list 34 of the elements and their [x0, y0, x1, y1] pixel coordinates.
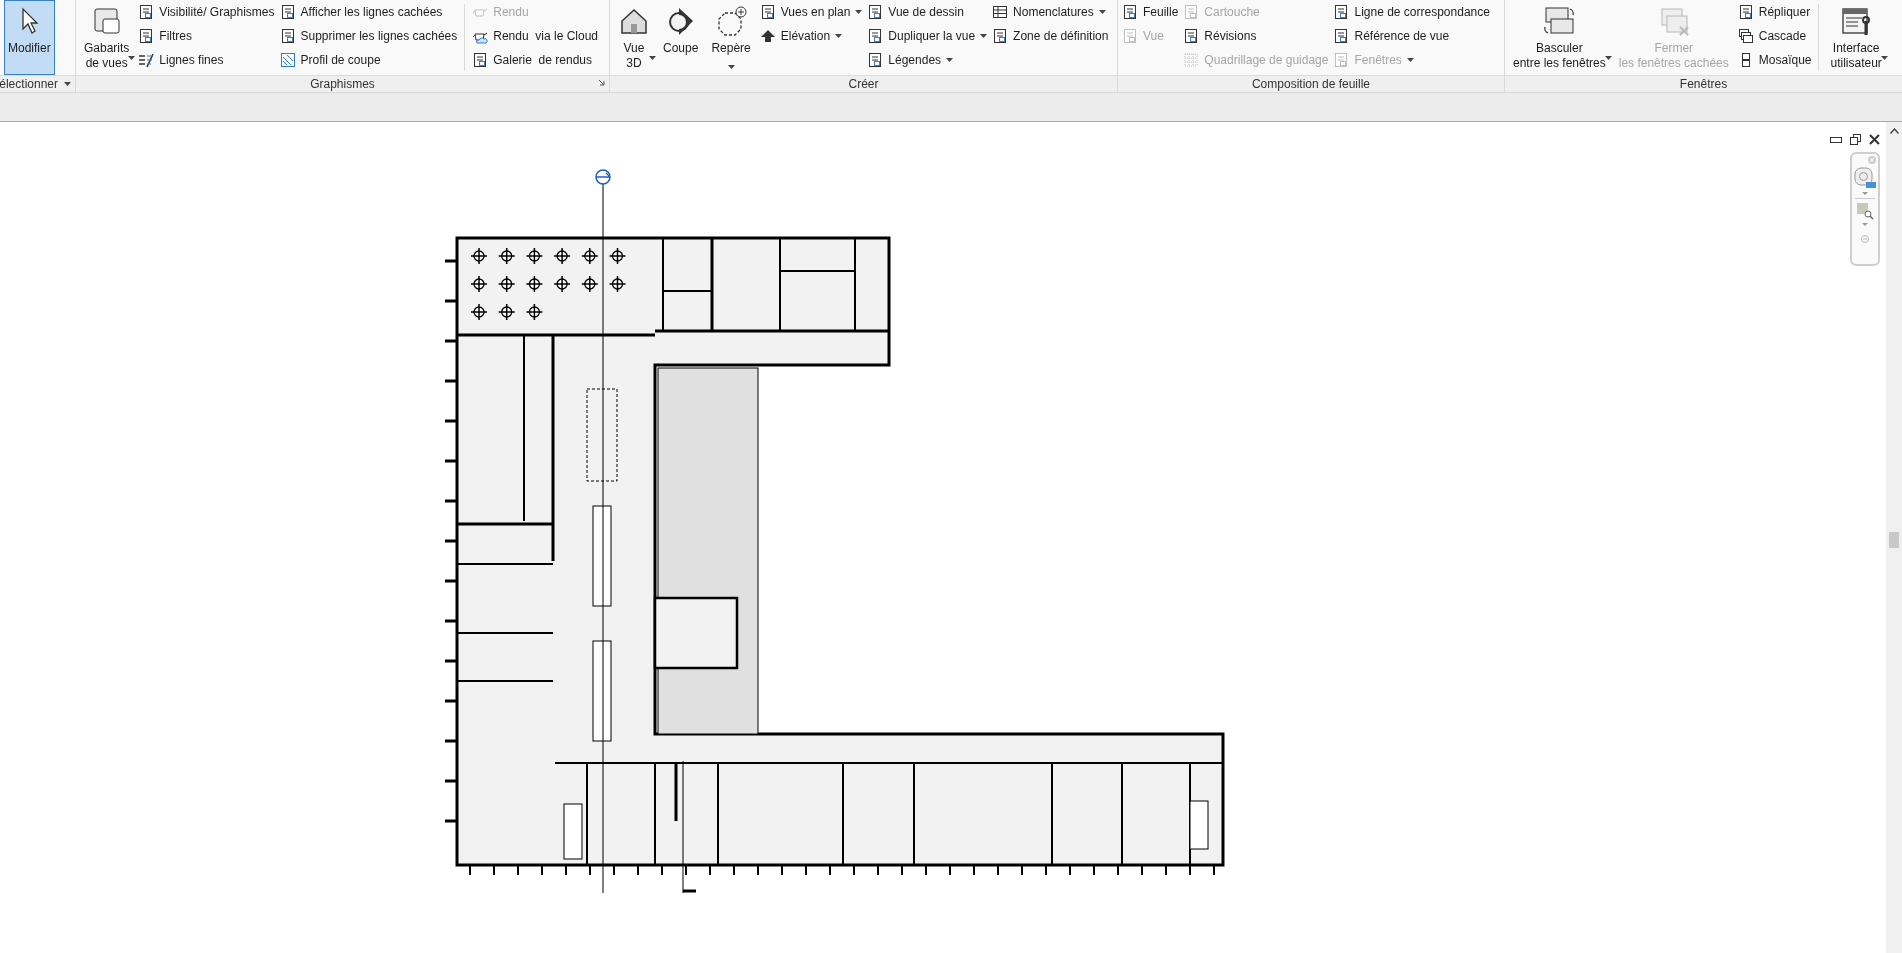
ribbon-button[interactable]: Supprimer les lignes cachées — [279, 26, 458, 46]
ribbon-button[interactable]: Visibilité/ Graphismes — [138, 2, 275, 22]
ribbon-button[interactable]: Cascade — [1737, 26, 1812, 46]
ribbon-button[interactable]: Dupliquer la vue — [867, 26, 988, 46]
ribbon-button[interactable]: Elévation — [759, 26, 863, 46]
ribbon-button[interactable]: Ligne de correspondance — [1333, 2, 1490, 22]
ribbon-button[interactable]: Zone de définition — [992, 26, 1109, 46]
ribbon-button[interactable]: Mosaïque — [1737, 50, 1812, 70]
ribbon-button[interactable]: Lignes fines — [138, 50, 275, 70]
ribbon-button[interactable]: Nomenclatures — [992, 2, 1109, 22]
ribbon-button[interactable]: Vues en plan — [759, 2, 863, 22]
ribbon-button[interactable]: Profil de coupe — [279, 50, 458, 70]
ribbon-button[interactable]: Feuille — [1122, 2, 1179, 22]
ribbon-button[interactable]: Modifier — [4, 0, 55, 75]
ribbon-button[interactable]: Vue de dessin — [867, 2, 988, 22]
panel-title: Créer — [848, 77, 879, 91]
ribbon-button[interactable]: Basculer entre les fenêtres — [1509, 0, 1610, 75]
panel-menu-button[interactable]: électionner — [0, 77, 71, 91]
ribbon-button[interactable]: Galerie de rendus — [472, 50, 598, 70]
ribbon-button[interactable]: Gabarits de vues — [80, 0, 134, 75]
panel-title: Fenêtres — [1679, 77, 1728, 91]
ribbon-button[interactable]: Révisions — [1183, 26, 1329, 46]
ribbon-button[interactable]: Vue 3D — [614, 0, 654, 75]
ribbon-button[interactable]: Interface utilisateur — [1826, 0, 1886, 75]
ribbon-button[interactable]: Coupe — [659, 0, 703, 75]
panel-title: Composition de feuille — [1251, 77, 1371, 91]
ribbon-button[interactable]: Afficher les lignes cachées — [279, 2, 458, 22]
ribbon-button[interactable]: Filtres — [138, 26, 275, 46]
panel-title: Graphismes — [310, 77, 375, 91]
ribbon-button[interactable]: Référence de vue — [1333, 26, 1490, 46]
ribbon-button[interactable]: Repère — [707, 0, 755, 75]
ribbon-button[interactable]: Légendes — [867, 50, 988, 70]
ribbon-button[interactable]: Répliquer — [1737, 2, 1812, 22]
ribbon-button[interactable]: Rendu via le Cloud — [472, 26, 598, 46]
